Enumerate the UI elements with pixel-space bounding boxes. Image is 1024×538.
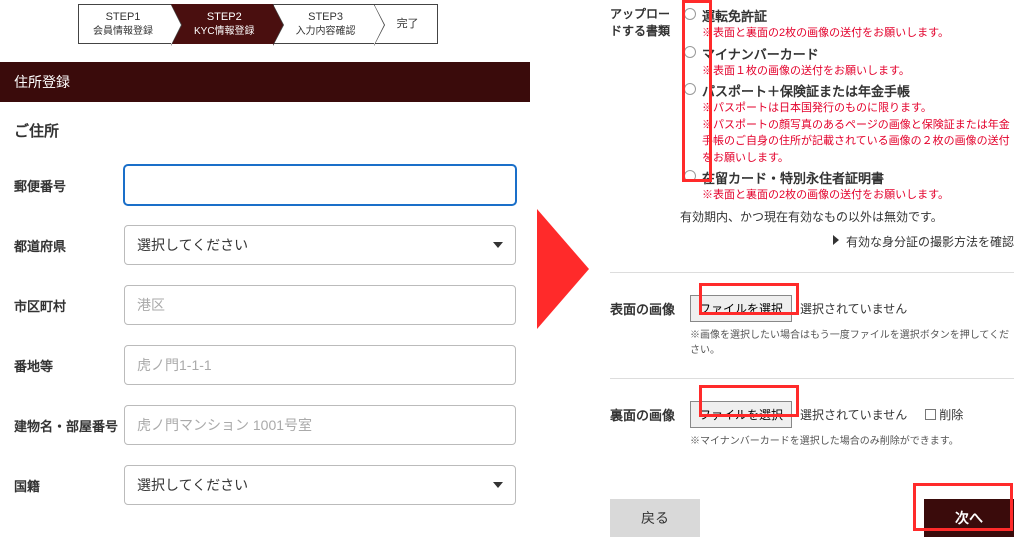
label-city: 市区町村 <box>14 296 124 315</box>
validity-text: 有効期内、かつ現在有効なもの以外は無効です。 <box>680 208 1014 225</box>
caret-down-icon <box>493 482 503 488</box>
delete-label: 削除 <box>939 406 963 423</box>
step-title: STEP1 <box>106 10 141 24</box>
doc-note: ※表面１枚の画像の送付をお願いします。 <box>702 63 1014 80</box>
back-button[interactable]: 戻る <box>610 499 700 537</box>
doc-left-label: アップロードする書類 <box>610 6 680 272</box>
step-sub: KYC情報登録 <box>194 25 255 38</box>
upload-front-label: 表面の画像 <box>610 295 690 318</box>
doc-note: ※表面と裏面の2枚の画像の送付をお願いします。 <box>702 187 1014 204</box>
doc-list: 運転免許証 ※表面と裏面の2枚の画像の送付をお願いします。 マイナンバーカード … <box>680 6 1014 272</box>
file-status-back: 選択されていません <box>800 406 907 423</box>
step-1: STEP1 会員情報登録 <box>78 4 172 44</box>
button-row: 戻る 次へ <box>610 499 1014 537</box>
country-placeholder: 選択してください <box>137 475 248 495</box>
file-note-back: ※マイナンバーカードを選択した場合のみ削除ができます。 <box>690 432 1014 447</box>
checkbox-icon <box>925 409 936 420</box>
doc-item-license[interactable]: 運転免許証 ※表面と裏面の2枚の画像の送付をお願いします。 <box>680 6 1014 42</box>
doc-note: ※パスポートの顔写真のあるページの画像と保険証または年金手帳のご自身の住所が記載… <box>702 117 1014 167</box>
step-title: STEP2 <box>207 10 242 24</box>
doc-name: 運転免許証 <box>702 6 1014 25</box>
building-input[interactable] <box>124 405 516 445</box>
label-country: 国籍 <box>14 476 124 495</box>
doc-item-mynumber[interactable]: マイナンバーカード ※表面１枚の画像の送付をお願いします。 <box>680 44 1014 80</box>
label-pref: 都道府県 <box>14 236 124 255</box>
left-pane: STEP1 会員情報登録 STEP2 KYC情報登録 STEP3 入力内容確認 … <box>0 0 530 538</box>
row-pref: 都道府県 選択してください <box>0 215 530 275</box>
city-input[interactable] <box>124 285 516 325</box>
radio-icon <box>684 8 696 20</box>
file-note-front: ※画像を選択したい場合はもう一度ファイルを選択ボタンを押してください。 <box>690 326 1014 356</box>
stepper: STEP1 会員情報登録 STEP2 KYC情報登録 STEP3 入力内容確認 … <box>78 4 530 44</box>
right-pane: アップロードする書類 運転免許証 ※表面と裏面の2枚の画像の送付をお願いします。… <box>600 0 1024 538</box>
radio-icon <box>684 170 696 182</box>
pref-select[interactable]: 選択してください <box>124 225 516 265</box>
file-status-front: 選択されていません <box>800 300 907 317</box>
row-postal: 郵便番号 <box>0 155 530 215</box>
section-bar: 住所登録 <box>0 62 530 102</box>
step-title: 完了 <box>397 17 419 31</box>
row-country: 国籍 選択してください <box>0 455 530 515</box>
label-building: 建物名・部屋番号 <box>14 416 124 435</box>
label-street: 番地等 <box>14 356 124 375</box>
doc-item-residence[interactable]: 在留カード・特別永住者証明書 ※表面と裏面の2枚の画像の送付をお願いします。 <box>680 168 1014 204</box>
street-input[interactable] <box>124 345 516 385</box>
row-building: 建物名・部屋番号 <box>0 395 530 455</box>
radio-icon <box>684 83 696 95</box>
triangle-right-icon <box>833 235 839 245</box>
delete-checkbox[interactable]: 削除 <box>925 406 963 423</box>
postal-input[interactable] <box>124 165 516 205</box>
step-3: STEP3 入力内容確認 <box>273 4 375 44</box>
shoot-link-text: 有効な身分証の撮影方法を確認 <box>846 235 1014 249</box>
label-postal: 郵便番号 <box>14 176 124 195</box>
radio-icon <box>684 46 696 58</box>
section-title: ご住所 <box>14 120 516 141</box>
file-select-front-button[interactable]: ファイルを選択 <box>690 295 792 322</box>
row-street: 番地等 <box>0 335 530 395</box>
caret-down-icon <box>493 242 503 248</box>
doc-section: アップロードする書類 運転免許証 ※表面と裏面の2枚の画像の送付をお願いします。… <box>610 0 1014 272</box>
doc-note: ※表面と裏面の2枚の画像の送付をお願いします。 <box>702 25 1014 42</box>
doc-name: パスポート＋保険証または年金手帳 <box>702 81 1014 100</box>
doc-name: 在留カード・特別永住者証明書 <box>702 168 1014 187</box>
doc-note: ※パスポートは日本国発行のものに限ります。 <box>702 100 1014 117</box>
upload-back: 裏面の画像 ファイルを選択 選択されていません 削除 ※マイナンバーカードを選択… <box>610 379 1014 469</box>
step-title: STEP3 <box>308 10 343 24</box>
country-select[interactable]: 選択してください <box>124 465 516 505</box>
upload-front: 表面の画像 ファイルを選択 選択されていません ※画像を選択したい場合はもう一度… <box>610 273 1014 378</box>
step-sub: 入力内容確認 <box>296 25 356 38</box>
file-select-back-button[interactable]: ファイルを選択 <box>690 401 792 428</box>
step-2: STEP2 KYC情報登録 <box>171 4 274 44</box>
doc-name: マイナンバーカード <box>702 44 1014 63</box>
upload-back-label: 裏面の画像 <box>610 401 690 424</box>
step-sub: 会員情報登録 <box>93 25 153 38</box>
pref-placeholder: 選択してください <box>137 235 248 255</box>
big-arrow-icon <box>537 209 589 329</box>
doc-item-passport[interactable]: パスポート＋保険証または年金手帳 ※パスポートは日本国発行のものに限ります。 ※… <box>680 81 1014 166</box>
shoot-link[interactable]: 有効な身分証の撮影方法を確認 <box>680 233 1014 250</box>
row-city: 市区町村 <box>0 275 530 335</box>
next-button[interactable]: 次へ <box>924 499 1014 537</box>
